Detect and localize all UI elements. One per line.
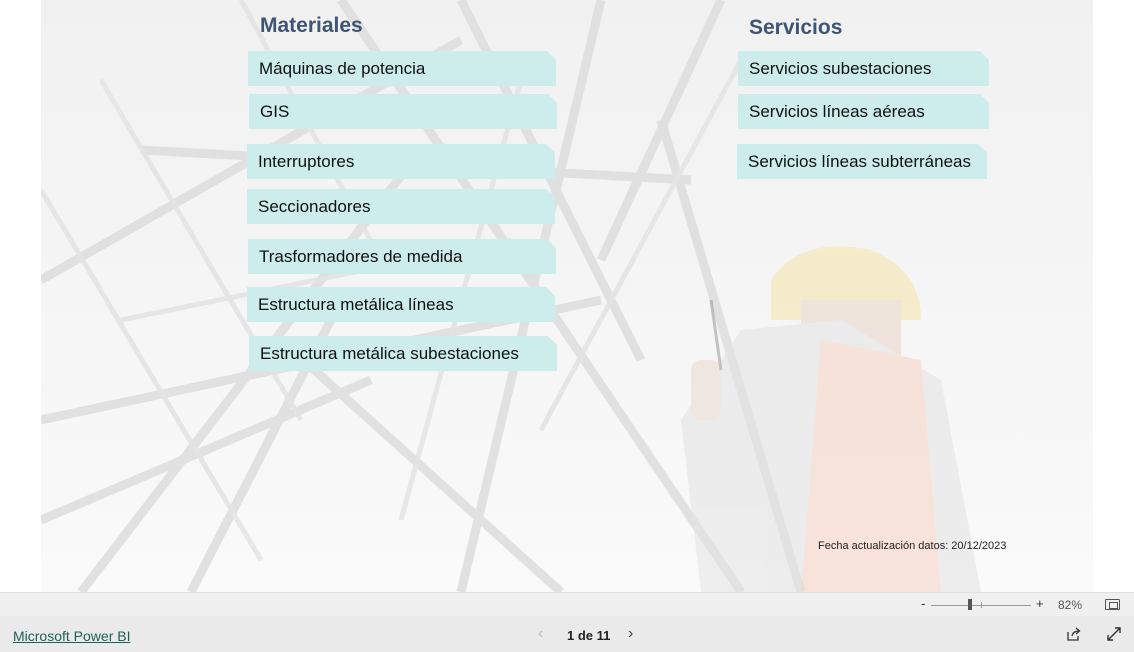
button-label: Servicios subestaciones — [749, 58, 932, 78]
chevron-left-icon[interactable]: ‹ — [538, 625, 543, 643]
servicios-button-lineas-subterraneas[interactable]: Servicios líneas subterráneas — [737, 144, 987, 179]
button-label: Interruptores — [258, 151, 355, 171]
zoom-slider-thumb[interactable] — [968, 599, 972, 610]
button-label: Estructura metálica subestaciones — [260, 343, 519, 363]
materiales-button-gis[interactable]: GIS — [249, 94, 557, 129]
zoom-in-button[interactable]: + — [1036, 596, 1044, 611]
button-label: Servicios líneas subterráneas — [748, 151, 972, 171]
footer-bar: Microsoft Power BI ‹ 1 de 11 › — [0, 616, 1134, 652]
share-icon[interactable] — [1066, 626, 1082, 642]
report-canvas: Materiales Servicios Máquinas de potenci… — [41, 0, 1093, 592]
transmission-tower-background — [41, 0, 981, 592]
page-indicator: 1 de 11 — [567, 628, 611, 643]
materiales-button-interruptores[interactable]: Interruptores — [247, 144, 555, 179]
fit-to-page-icon[interactable] — [1105, 599, 1120, 610]
materiales-button-maquinas[interactable]: Máquinas de potencia — [248, 51, 556, 86]
fecha-actualizacion: Fecha actualización datos: 20/12/2023 — [818, 540, 1007, 552]
expand-icon[interactable] — [1106, 626, 1122, 642]
right-margin — [1093, 0, 1134, 592]
button-label: Seccionadores — [258, 196, 371, 216]
button-label: GIS — [260, 101, 290, 121]
left-margin — [0, 0, 41, 592]
button-label: Máquinas de potencia — [259, 58, 426, 78]
zoom-out-button[interactable]: - — [921, 596, 925, 611]
materiales-button-estructura-lineas[interactable]: Estructura metálica líneas — [247, 287, 555, 322]
button-label: Estructura metálica líneas — [258, 294, 454, 314]
materiales-button-seccionadores[interactable]: Seccionadores — [247, 189, 555, 224]
servicios-heading: Servicios — [749, 16, 843, 39]
materiales-button-estructura-subestaciones[interactable]: Estructura metálica subestaciones — [249, 336, 557, 371]
materiales-button-trasformadores[interactable]: Trasformadores de medida — [248, 239, 556, 274]
materiales-heading: Materiales — [260, 14, 363, 37]
zoom-level: 82% — [1058, 598, 1083, 612]
servicios-button-lineas-aereas[interactable]: Servicios líneas aéreas — [738, 94, 989, 129]
zoom-slider-tick — [981, 602, 982, 608]
zoom-bar: - + 82% — [0, 592, 1134, 616]
button-label: Trasformadores de medida — [259, 246, 463, 266]
servicios-button-subestaciones[interactable]: Servicios subestaciones — [738, 51, 989, 86]
power-bi-link[interactable]: Microsoft Power BI — [13, 628, 130, 644]
chevron-right-icon[interactable]: › — [628, 625, 633, 643]
button-label: Servicios líneas aéreas — [749, 101, 925, 121]
